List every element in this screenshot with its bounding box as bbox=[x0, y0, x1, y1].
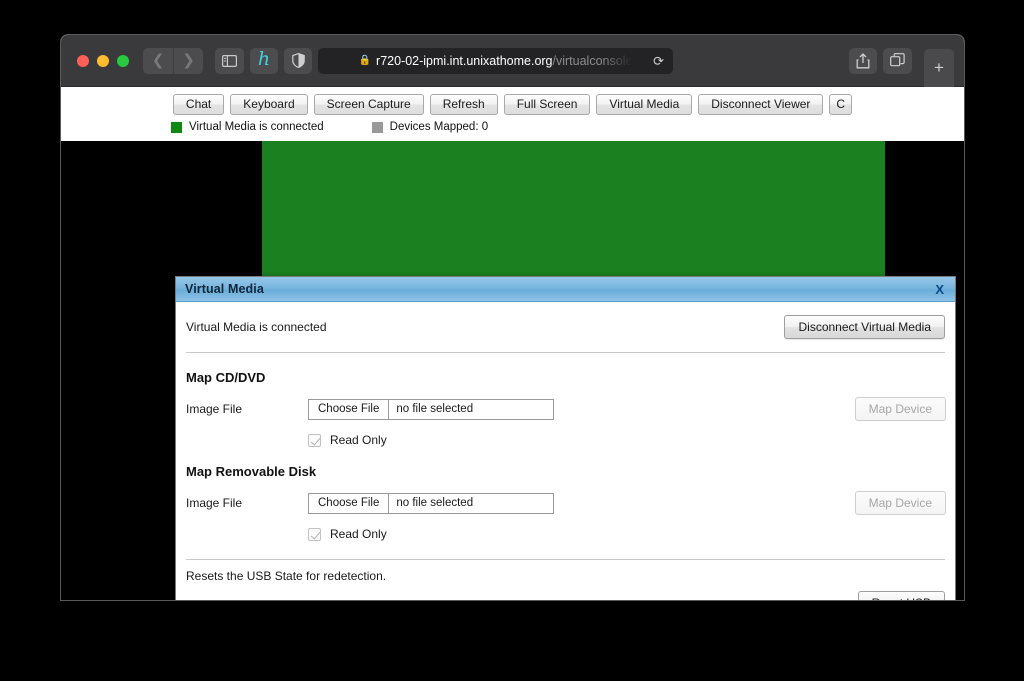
ipmi-virtual-console-page: Chat Keyboard Screen Capture Refresh Ful… bbox=[61, 87, 964, 600]
ipmi-toolbar: Chat Keyboard Screen Capture Refresh Ful… bbox=[61, 87, 964, 117]
forward-icon[interactable]: ❯ bbox=[173, 47, 203, 74]
tab-overview-button[interactable] bbox=[883, 47, 912, 74]
status-devices-mapped-label: Devices Mapped: 0 bbox=[389, 121, 489, 133]
removable-disk-read-only-row[interactable]: Read Only bbox=[185, 515, 946, 541]
honey-extension-button[interactable]: h bbox=[250, 47, 278, 74]
removable-disk-image-file-row: Image File Choose File no file selected … bbox=[185, 491, 946, 515]
minimize-window-button[interactable] bbox=[97, 54, 109, 67]
reset-usb-button[interactable]: Reset USB bbox=[857, 591, 945, 600]
cd-dvd-read-only-checkbox[interactable] bbox=[308, 433, 321, 447]
removable-disk-image-file-label: Image File bbox=[186, 496, 243, 510]
shield-icon bbox=[291, 53, 305, 68]
full-screen-button[interactable]: Full Screen bbox=[503, 93, 591, 115]
disconnect-virtual-media-button[interactable]: Disconnect Virtual Media bbox=[784, 315, 945, 339]
share-icon bbox=[856, 52, 870, 68]
dialog-close-button[interactable]: X bbox=[933, 283, 946, 296]
url-host: r720-02-ipmi.int.unixathome.org bbox=[376, 53, 553, 68]
cd-dvd-choose-file-button[interactable]: Choose File bbox=[309, 399, 390, 419]
chat-button[interactable]: Chat bbox=[172, 93, 225, 115]
tab-overview-icon bbox=[890, 53, 905, 67]
status-devices-mapped: Devices Mapped: 0 bbox=[371, 121, 489, 133]
browser-right-controls: + bbox=[849, 35, 954, 87]
cd-dvd-file-input[interactable]: Choose File no file selected bbox=[308, 398, 554, 420]
address-bar[interactable]: 🔒 r720-02-ipmi.int.unixathome.org/virtua… bbox=[318, 47, 673, 74]
cd-dvd-read-only-label: Read Only bbox=[330, 433, 387, 447]
lock-icon: 🔒 bbox=[358, 54, 372, 66]
removable-disk-read-only-checkbox[interactable] bbox=[308, 527, 321, 541]
console-controls-button[interactable]: C bbox=[829, 93, 853, 115]
url-text: r720-02-ipmi.int.unixathome.org/virtualc… bbox=[376, 54, 632, 68]
dialog-title: Virtual Media bbox=[185, 282, 264, 296]
disconnect-viewer-button[interactable]: Disconnect Viewer bbox=[698, 93, 824, 115]
cd-dvd-file-name: no file selected bbox=[396, 403, 474, 415]
connection-status-text: Virtual Media is connected bbox=[186, 320, 327, 334]
removable-disk-read-only-label: Read Only bbox=[330, 527, 387, 541]
reload-icon[interactable]: ⟳ bbox=[653, 54, 664, 67]
removable-disk-file-input[interactable]: Choose File no file selected bbox=[308, 492, 554, 514]
dialog-body: Virtual Media is connected Disconnect Vi… bbox=[176, 302, 955, 600]
desktop-background: ❮ ❯ h 🔒 r720-02-ipmi.int.unixathome.org/… bbox=[0, 0, 1024, 681]
browser-toolbar: ❮ ❯ h 🔒 r720-02-ipmi.int.unixathome.org/… bbox=[61, 35, 964, 87]
zoom-window-button[interactable] bbox=[117, 54, 129, 67]
removable-disk-map-device-button[interactable]: Map Device bbox=[854, 491, 946, 515]
removable-disk-file-name: no file selected bbox=[396, 497, 474, 509]
status-indicator-gray-icon bbox=[371, 121, 383, 133]
virtual-media-dialog: Virtual Media X Virtual Media is connect… bbox=[175, 276, 956, 600]
privacy-report-button[interactable] bbox=[284, 47, 312, 74]
cd-dvd-map-device-button[interactable]: Map Device bbox=[854, 397, 946, 421]
cd-dvd-image-file-label: Image File bbox=[186, 402, 243, 416]
sidebar-icon bbox=[222, 54, 237, 67]
dialog-title-bar[interactable]: Virtual Media X bbox=[176, 277, 955, 302]
status-virtual-media: Virtual Media is connected bbox=[171, 121, 324, 133]
reset-usb-note: Resets the USB State for redetection. bbox=[186, 569, 387, 583]
url-path: /virtualconsole bbox=[552, 53, 633, 68]
keyboard-button[interactable]: Keyboard bbox=[230, 93, 308, 115]
share-button[interactable] bbox=[849, 47, 877, 74]
section-heading-removable-disk: Map Removable Disk bbox=[186, 464, 317, 479]
new-tab-button[interactable]: + bbox=[924, 48, 954, 87]
cd-dvd-image-file-row: Image File Choose File no file selected … bbox=[185, 397, 946, 421]
status-indicator-green-icon bbox=[171, 121, 182, 133]
navigation-buttons[interactable]: ❮ ❯ bbox=[143, 47, 203, 74]
close-window-button[interactable] bbox=[77, 54, 89, 67]
cd-dvd-read-only-row[interactable]: Read Only bbox=[185, 421, 946, 447]
connection-status-row: Virtual Media is connected Disconnect Vi… bbox=[185, 302, 946, 352]
honey-icon: h bbox=[257, 48, 271, 70]
back-icon[interactable]: ❮ bbox=[143, 48, 173, 74]
status-virtual-media-label: Virtual Media is connected bbox=[189, 121, 324, 133]
section-heading-cd-dvd: Map CD/DVD bbox=[186, 370, 266, 385]
browser-window: ❮ ❯ h 🔒 r720-02-ipmi.int.unixathome.org/… bbox=[61, 35, 964, 600]
ipmi-status-bar: Virtual Media is connected Devices Mappe… bbox=[61, 117, 964, 137]
window-controls[interactable] bbox=[77, 54, 129, 67]
sidebar-toggle-button[interactable] bbox=[215, 47, 244, 74]
refresh-button[interactable]: Refresh bbox=[429, 93, 498, 115]
virtual-media-button[interactable]: Virtual Media bbox=[596, 93, 693, 115]
screen-capture-button[interactable]: Screen Capture bbox=[313, 93, 424, 115]
dialog-footer: Reset USB bbox=[185, 583, 946, 600]
removable-disk-choose-file-button[interactable]: Choose File bbox=[309, 493, 390, 513]
